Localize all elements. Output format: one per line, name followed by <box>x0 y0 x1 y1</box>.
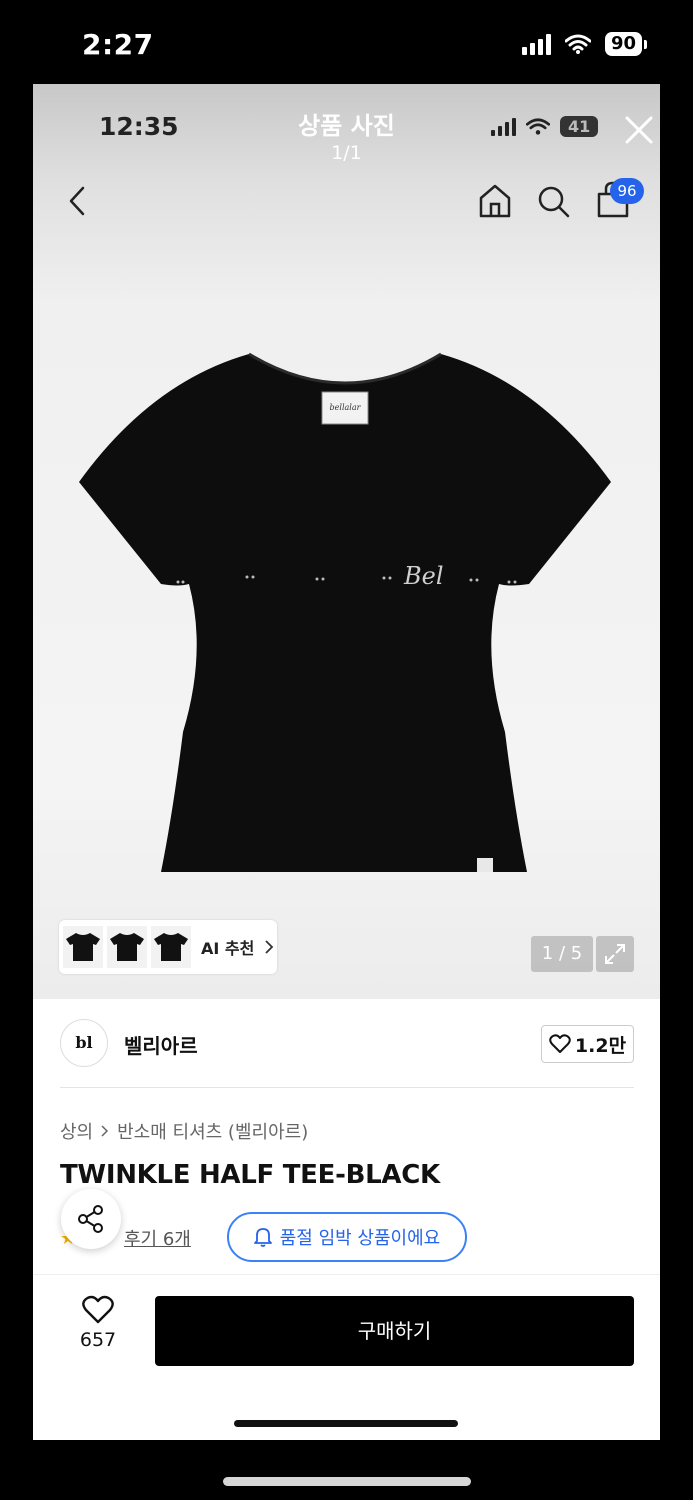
buy-button[interactable]: 구매하기 <box>155 1296 634 1366</box>
gallery-page-indicator: 1 / 5 <box>531 936 593 972</box>
inner-home-indicator <box>234 1420 458 1427</box>
ai-recommend-strip[interactable]: AI 추천 <box>59 920 277 974</box>
shirt-script-text: Bel <box>403 562 444 590</box>
brand-name[interactable]: 벨리아르 <box>124 1030 198 1059</box>
ai-recommend-label: AI 추천 <box>201 939 255 958</box>
outer-home-indicator <box>223 1477 471 1486</box>
outer-status-icons: 90 <box>521 32 647 56</box>
heart-icon <box>82 1295 114 1324</box>
brand-like-count: 1.2만 <box>574 1034 627 1057</box>
wishlist-button[interactable]: 657 <box>69 1295 127 1351</box>
inner-wifi-icon <box>526 117 550 135</box>
breadcrumb-category[interactable]: 상의 <box>60 1118 93 1144</box>
breadcrumb: 상의 반소매 티셔츠 (벨리아르) <box>60 1118 308 1144</box>
divider <box>60 1087 634 1088</box>
product-title: TWINKLE HALF TEE-BLACK <box>60 1160 440 1190</box>
inner-battery-level: 41 <box>560 116 599 137</box>
product-photo-viewer[interactable]: 12:35 상품 사진 1/1 41 96 bellalar Bel AI 추천… <box>33 84 660 999</box>
expand-icon <box>605 944 625 964</box>
chevron-right-icon <box>265 940 274 954</box>
expand-button[interactable] <box>596 936 634 972</box>
svg-text:bellalar: bellalar <box>330 403 362 412</box>
share-button[interactable] <box>61 1189 121 1249</box>
breadcrumb-subcategory[interactable]: 반소매 티셔츠 (벨리아르) <box>117 1118 308 1144</box>
tshirt-thumb-icon <box>110 933 144 961</box>
close-icon[interactable] <box>621 112 657 148</box>
cart-count-badge: 96 <box>610 178 644 204</box>
inner-signal-icon <box>491 117 516 136</box>
thumbnail-1[interactable] <box>63 926 103 968</box>
brand-logo[interactable]: bl <box>60 1019 108 1067</box>
home-icon[interactable] <box>477 182 513 220</box>
inner-status-icons: 41 <box>491 116 599 137</box>
thumbnail-3[interactable] <box>151 926 191 968</box>
cellular-signal-icon <box>521 33 551 55</box>
app-screen: 12:35 상품 사진 1/1 41 96 bellalar Bel AI 추천… <box>33 84 660 1440</box>
share-icon <box>78 1205 103 1233</box>
search-icon[interactable] <box>535 182 571 220</box>
thumbnail-2[interactable] <box>107 926 147 968</box>
wishlist-count: 657 <box>79 1329 117 1351</box>
brand-like-button[interactable]: 1.2만 <box>541 1025 634 1063</box>
bell-icon <box>253 1228 272 1247</box>
review-link[interactable]: 후기 6개 <box>124 1225 191 1251</box>
product-image-tshirt: bellalar Bel <box>79 352 611 872</box>
battery-icon: 90 <box>604 32 647 56</box>
soldout-notice-text: 품절 임박 상품이에요 <box>279 1228 441 1249</box>
heart-icon <box>549 1034 571 1053</box>
viewer-counter: 1/1 <box>331 142 362 164</box>
tshirt-thumb-icon <box>154 933 188 961</box>
back-icon[interactable] <box>63 184 93 218</box>
wifi-icon <box>564 34 591 54</box>
tshirt-thumb-icon <box>66 933 100 961</box>
battery-level: 90 <box>604 32 642 56</box>
bottom-purchase-bar: 657 구매하기 <box>33 1274 660 1440</box>
outer-status-bar: 2:27 90 <box>0 0 693 84</box>
chevron-right-icon <box>101 1125 109 1137</box>
soldout-notice-pill[interactable]: 품절 임박 상품이에요 <box>227 1212 467 1262</box>
outer-clock: 2:27 <box>82 28 154 61</box>
